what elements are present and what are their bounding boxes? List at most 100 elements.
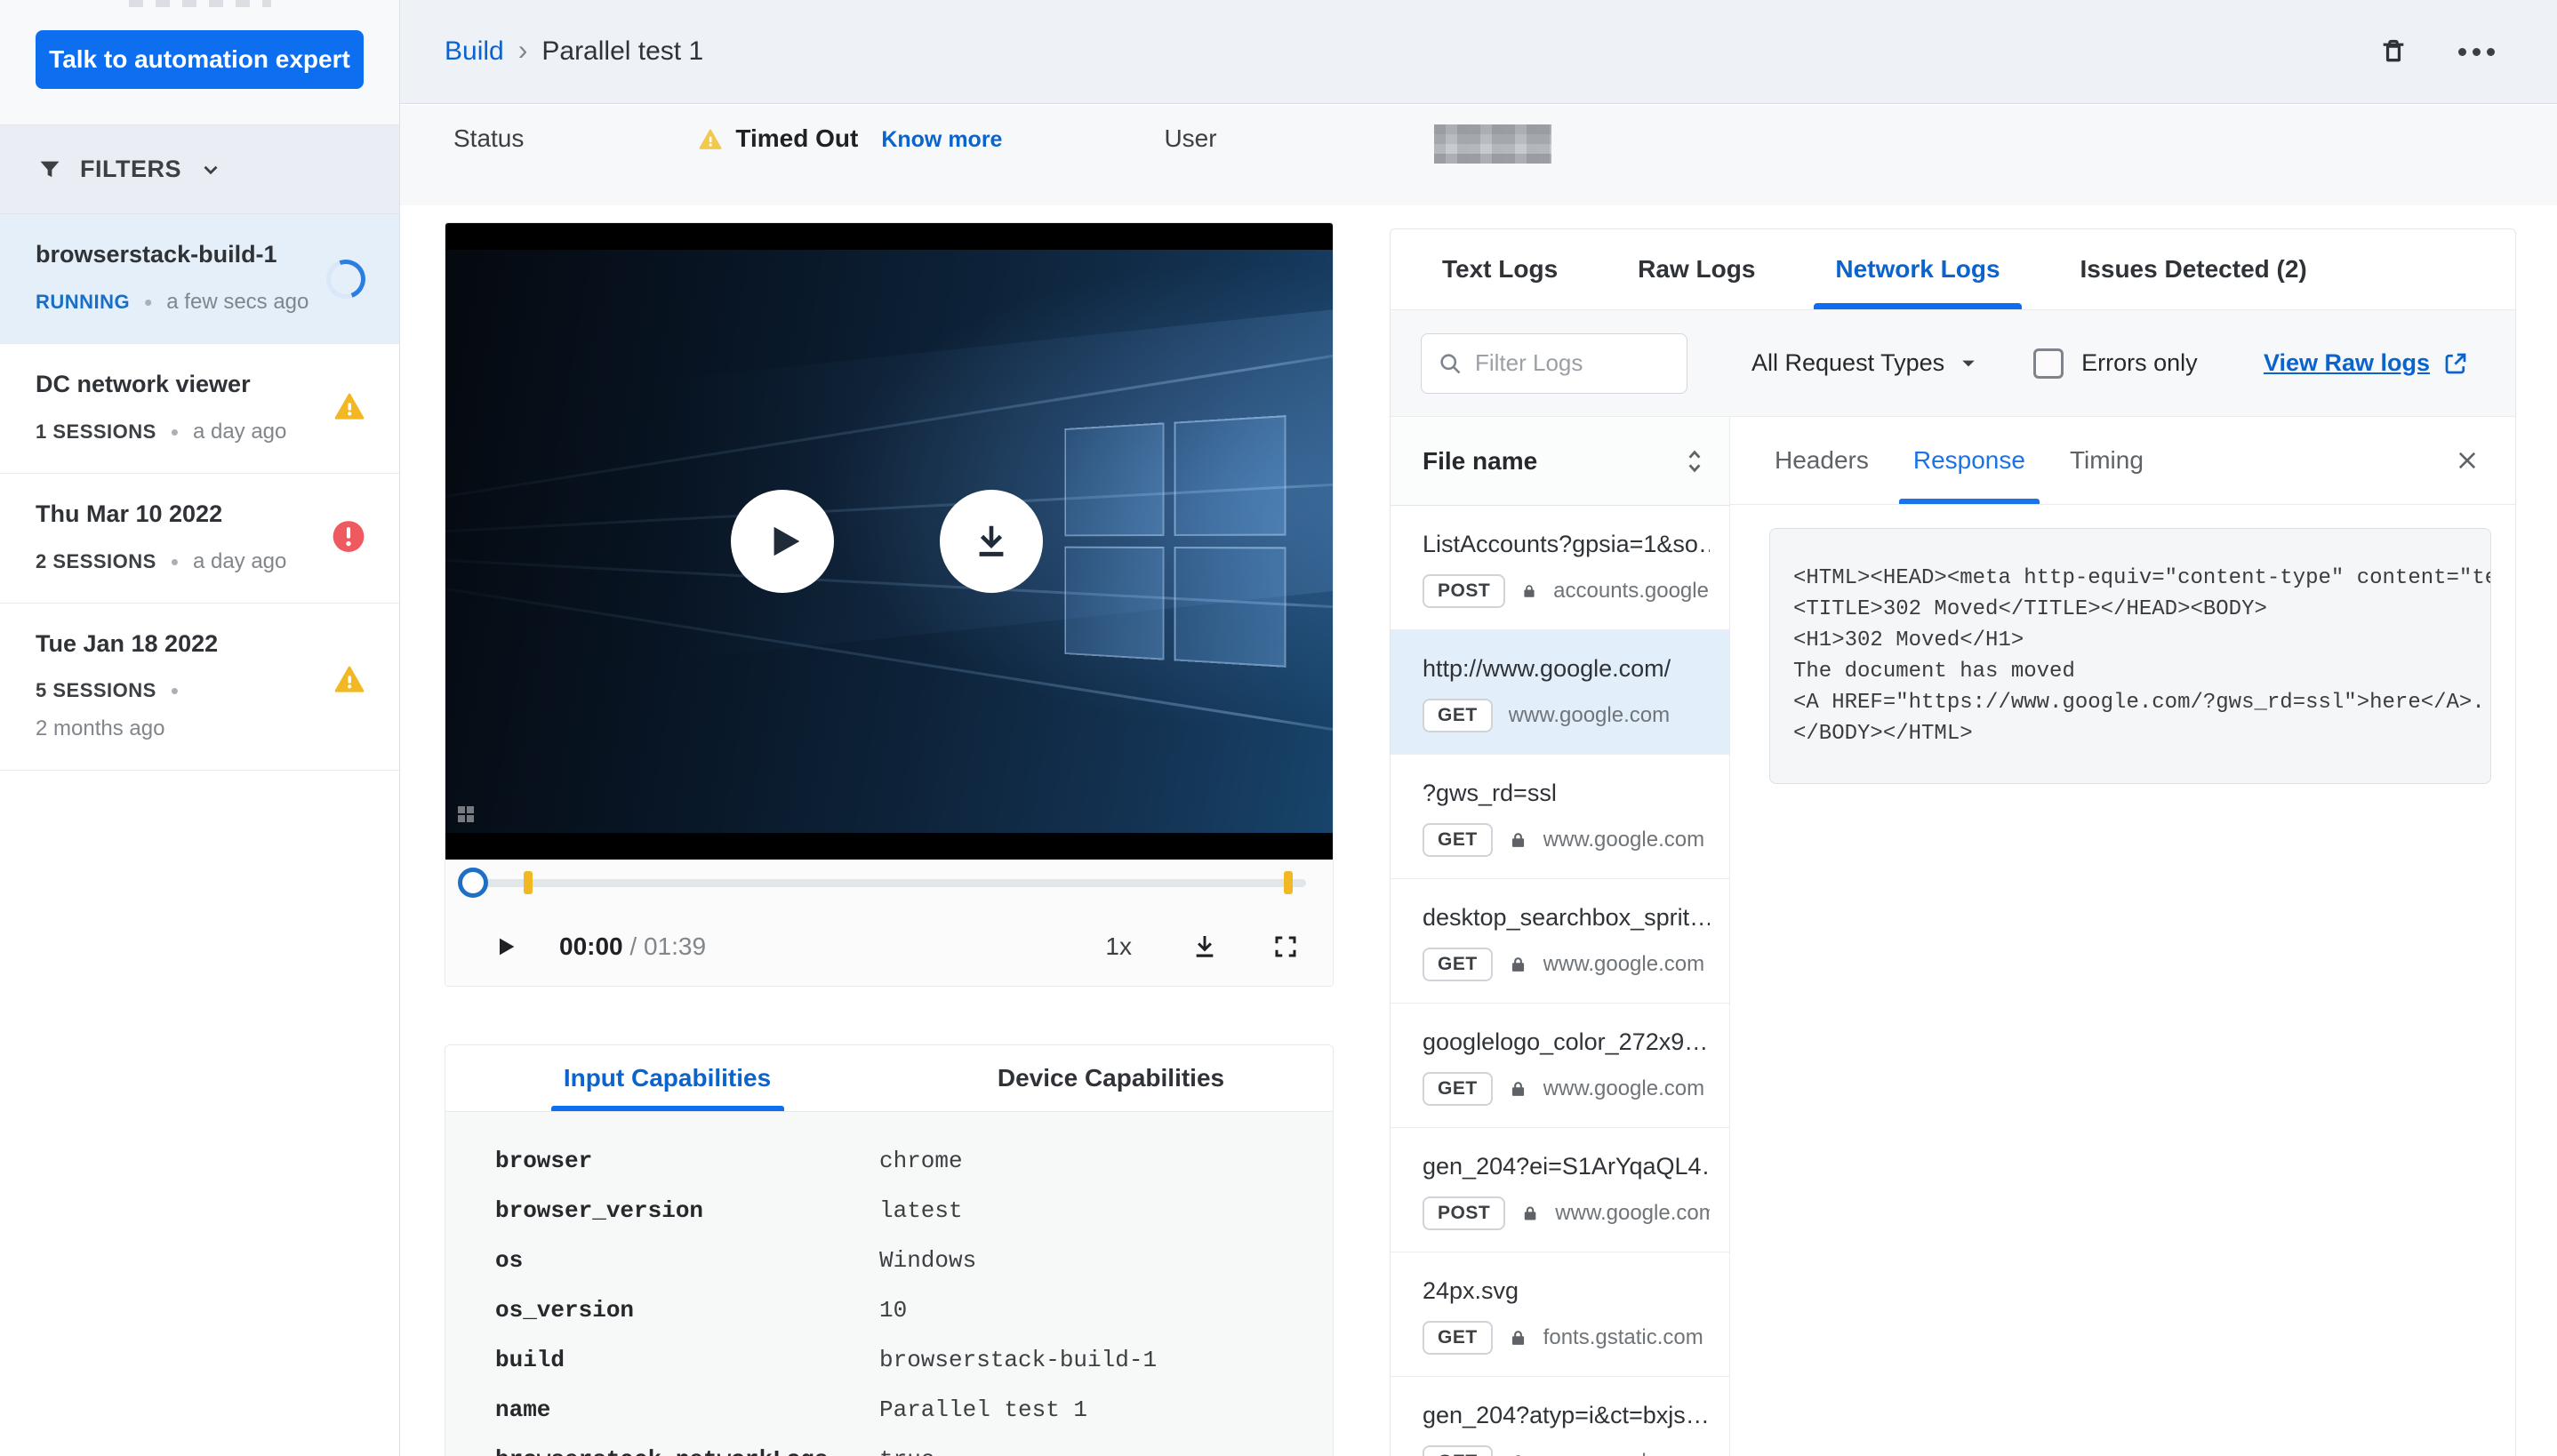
request-row[interactable]: googlelogo_color_272x9… GET www.google.c… [1391, 1004, 1729, 1128]
tab-timing[interactable]: Timing [2070, 417, 2144, 504]
filter-logs-input[interactable] [1475, 349, 1671, 377]
build-meta: RUNNING • a few secs ago [36, 290, 364, 315]
request-domain: www.google.com [1543, 828, 1705, 852]
build-sessions-count: 5 SESSIONS [36, 679, 156, 701]
view-raw-logs-link[interactable]: View Raw logs [2264, 349, 2469, 377]
dot-separator: • [170, 548, 179, 575]
request-row[interactable]: ListAccounts?gpsia=1&so… POST accounts.g… [1391, 506, 1729, 630]
video-screen[interactable] [445, 223, 1333, 860]
method-badge: GET [1423, 699, 1493, 732]
request-row[interactable]: 24px.svg GET fonts.gstatic.com [1391, 1252, 1729, 1377]
lock-icon [1511, 957, 1524, 972]
request-name: 24px.svg [1423, 1277, 1519, 1304]
sort-requests-button[interactable] [1683, 448, 1706, 475]
tab-device-capabilities[interactable]: Device Capabilities [889, 1045, 1333, 1111]
tab-response[interactable]: Response [1898, 417, 2040, 504]
play-button[interactable] [493, 934, 518, 959]
build-item-dc-network-viewer[interactable]: DC network viewer 1 SESSIONS • a day ago [0, 344, 399, 474]
breadcrumb-chevron-icon: › [517, 33, 528, 66]
video-download-overlay-button[interactable] [939, 490, 1043, 593]
capability-value: chrome [879, 1148, 963, 1174]
capability-key: browser [495, 1148, 593, 1174]
errors-only-checkbox[interactable] [2033, 348, 2064, 379]
funnel-icon [40, 161, 60, 177]
request-type-dropdown[interactable]: All Request Types [1751, 349, 1976, 377]
capabilities-card: Input Capabilities Device Capabilities b… [445, 1044, 1334, 1456]
chevron-down-icon [1962, 360, 1975, 366]
tab-input-capabilities[interactable]: Input Capabilities [445, 1045, 889, 1111]
delete-build-button[interactable] [2378, 36, 2409, 68]
request-row-selected[interactable]: http://www.google.com/ GET www.google.co… [1391, 630, 1729, 755]
request-row[interactable]: gen_204?atyp=i&ct=bxjs… GET www.google.c… [1391, 1377, 1729, 1456]
method-badge: GET [1423, 823, 1493, 857]
breadcrumb-build-link[interactable]: Build [445, 36, 504, 67]
request-domain: www.google.com [1543, 952, 1705, 976]
request-domain: www.google.com [1508, 703, 1671, 727]
tab-network-logs[interactable]: Network Logs [1814, 229, 2022, 309]
play-icon [774, 526, 800, 556]
capability-row: os Windows [495, 1247, 1333, 1275]
response-line: </BODY></HTML> [1793, 722, 1973, 746]
time-total: 01:39 [643, 932, 707, 960]
search-icon [1440, 353, 1461, 373]
tab-headers[interactable]: Headers [1775, 417, 1869, 504]
build-item-browserstack-build-1[interactable]: browserstack-build-1 RUNNING • a few sec… [0, 214, 399, 344]
request-domain: www.google.com [1543, 1076, 1705, 1100]
fullscreen-button[interactable] [1272, 933, 1299, 960]
request-name: gen_204?atyp=i&ct=bxjs… [1423, 1402, 1710, 1428]
request-name: ?gws_rd=ssl [1423, 780, 1557, 806]
request-row[interactable]: desktop_searchbox_sprit… GET www.google.… [1391, 879, 1729, 1004]
build-time-ago: a day ago [192, 549, 287, 573]
status-value: Timed Out [735, 124, 859, 152]
talk-to-expert-button[interactable]: Talk to automation expert [36, 30, 364, 89]
build-item-thu-mar-10-2022[interactable]: Thu Mar 10 2022 2 SESSIONS • a day ago [0, 474, 399, 604]
build-status-text: RUNNING [36, 291, 131, 313]
request-detail-tabs: Headers Response Timing [1730, 417, 2515, 505]
capability-value: browserstack-build-1 [879, 1347, 1158, 1373]
tab-raw-logs[interactable]: Raw Logs [1638, 229, 1755, 309]
request-row[interactable]: ?gws_rd=ssl GET www.google.com [1391, 755, 1729, 879]
page-title: Parallel test 1 [541, 36, 704, 66]
file-name-header-label: File name [1423, 446, 1538, 475]
capabilities-tabs: Input Capabilities Device Capabilities [445, 1045, 1333, 1112]
seek-scrubber-handle[interactable] [458, 868, 488, 898]
video-player: 00:00 / 01:39 1x [445, 222, 1334, 987]
time-display: 00:00 / 01:39 [559, 932, 706, 961]
capability-row: browser chrome [495, 1148, 1333, 1175]
capability-key: build [495, 1347, 565, 1373]
know-more-link[interactable]: Know more [881, 127, 1002, 153]
capability-row: browser_version latest [495, 1197, 1333, 1225]
close-detail-button[interactable] [2455, 417, 2480, 504]
windows-logo [1064, 415, 1287, 668]
video-seek-bar[interactable] [458, 868, 1306, 898]
user-label: User [1164, 124, 1217, 152]
errors-only-control: Errors only [2033, 348, 2198, 379]
download-icon [979, 525, 1004, 556]
build-item-tue-jan-18-2022[interactable]: Tue Jan 18 2022 5 SESSIONS • 2 months ag… [0, 604, 399, 771]
capability-row: build browserstack-build-1 [495, 1347, 1333, 1374]
request-row[interactable]: gen_204?ei=S1ArYqaQL4… POST www.google.c… [1391, 1128, 1729, 1252]
more-options-button[interactable] [2458, 47, 2495, 56]
video-progress-row [445, 860, 1333, 908]
filters-toggle[interactable]: FILTERS [0, 125, 399, 214]
capability-row: os_version 10 [495, 1297, 1333, 1324]
trash-icon [2383, 39, 2404, 62]
breadcrumb: Build › Parallel test 1 [445, 33, 704, 67]
time-current: 00:00 [559, 932, 623, 960]
tab-text-logs[interactable]: Text Logs [1442, 229, 1558, 309]
video-play-overlay-button[interactable] [731, 490, 835, 593]
clipped-parallels-text [128, 0, 271, 7]
capability-value: Windows [879, 1247, 977, 1274]
sidebar: Talk to automation expert FILTERS browse… [0, 0, 400, 1456]
request-detail-panel: Headers Response Timing <HTML><HEAD><met… [1730, 417, 2515, 1456]
download-video-button[interactable] [1190, 932, 1219, 961]
filter-logs-searchbox[interactable] [1421, 332, 1687, 394]
method-badge: POST [1423, 1196, 1506, 1230]
lock-icon [1515, 1455, 1520, 1456]
lock-icon [1524, 585, 1535, 597]
lock-icon [1511, 1082, 1524, 1096]
request-type-value: All Request Types [1751, 349, 1945, 376]
tab-issues-detected[interactable]: Issues Detected (2) [2080, 229, 2307, 309]
playback-speed-button[interactable]: 1x [1105, 932, 1132, 961]
build-title: DC network viewer [36, 371, 251, 397]
